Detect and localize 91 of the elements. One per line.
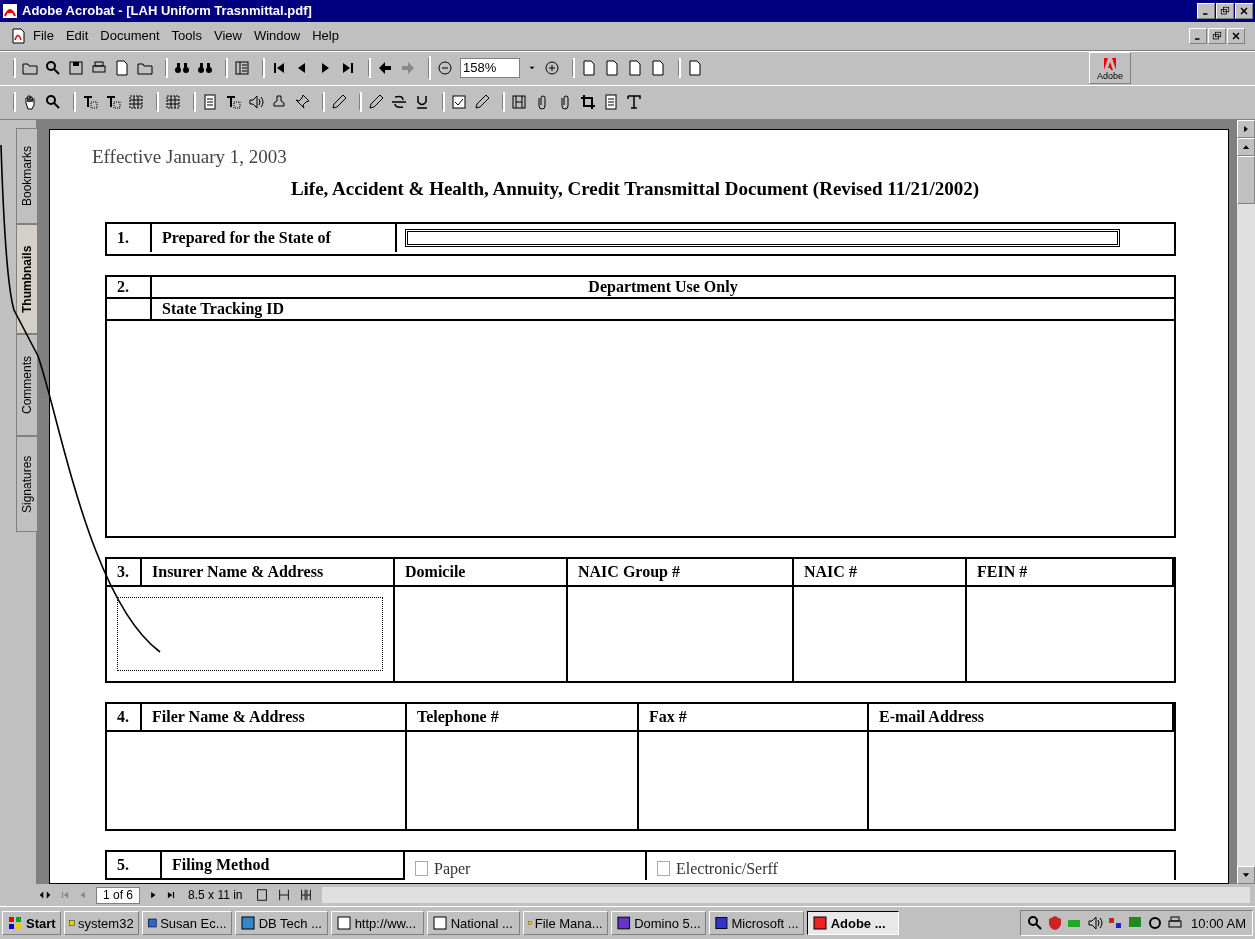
logo-icon[interactable] — [1101, 55, 1119, 72]
sound-icon[interactable] — [248, 94, 264, 111]
open-icon[interactable] — [22, 60, 38, 77]
note-icon[interactable] — [202, 94, 218, 111]
form-icon[interactable] — [603, 94, 619, 111]
section-number: 2. — [107, 276, 152, 299]
app-icon[interactable] — [2, 2, 18, 19]
text-box-icon[interactable] — [225, 94, 241, 111]
checkbox[interactable] — [415, 861, 428, 877]
field-label: Filing Method — [162, 851, 405, 880]
taskbar-button[interactable]: http://ww... — [330, 911, 424, 936]
page-size: 8.5 x 11 in — [187, 888, 244, 903]
taskbar-button[interactable]: Microsoft ... — [708, 911, 804, 936]
page-number-field[interactable]: 1 of 6 — [96, 886, 141, 904]
zoom-field[interactable]: 158% — [460, 58, 520, 79]
checkbox-label: Paper — [434, 859, 471, 878]
graphics-select-icon[interactable] — [165, 94, 181, 111]
document-icon[interactable] — [10, 27, 26, 44]
taskbar-button[interactable]: Adobe ... — [806, 911, 899, 936]
touchup-text-icon[interactable] — [626, 94, 642, 111]
section-header: Department Use Only — [152, 276, 1174, 299]
menu-item[interactable]: Edit — [60, 28, 94, 44]
spell-check-icon[interactable] — [451, 94, 467, 111]
window-icon[interactable] — [713, 915, 729, 932]
section-number: 5. — [107, 851, 162, 880]
column-header: Filer Name & Address — [142, 703, 407, 732]
taskbar-button[interactable]: Susan Ec... — [141, 911, 232, 936]
column-header: Fax # — [639, 703, 869, 732]
checkbox[interactable] — [657, 861, 670, 877]
column-header: E-mail Address — [869, 703, 1174, 732]
menu-item[interactable]: Document — [95, 28, 165, 44]
taskbar-button[interactable]: National ... — [426, 911, 520, 936]
single-page-icon[interactable] — [254, 887, 269, 904]
taskbar-button[interactable]: Domino 5... — [610, 911, 706, 936]
window-icon[interactable] — [431, 915, 448, 932]
text-select-icon[interactable] — [82, 94, 98, 111]
column-header: Insurer Name & Address — [142, 558, 395, 587]
window-icon[interactable] — [615, 915, 632, 932]
taskbar-button[interactable]: system32 — [63, 911, 139, 936]
scroll-thumb[interactable] — [1237, 155, 1255, 204]
menu-item[interactable]: File — [28, 28, 59, 44]
side-tab[interactable]: Thumbnails — [16, 223, 38, 334]
window-icon[interactable] — [239, 915, 256, 932]
menu-item[interactable]: Help — [307, 28, 344, 44]
windows-logo-icon[interactable] — [7, 915, 23, 932]
taskbar-button[interactable]: File Mana... — [522, 911, 608, 936]
column-header: Telephone # — [407, 703, 639, 732]
horizontal-scrollbar[interactable] — [320, 886, 1251, 905]
clock: 10:00 AM — [1191, 915, 1246, 931]
column-header: Domicile — [395, 558, 568, 587]
state-field[interactable] — [405, 228, 1120, 247]
checkbox-label: Electronic/Serff — [676, 859, 778, 878]
save-icon[interactable] — [68, 60, 84, 77]
speaker-icon[interactable] — [1087, 915, 1104, 932]
menu-item[interactable]: View — [208, 28, 247, 44]
menu-item[interactable]: Window — [248, 28, 306, 44]
window-icon[interactable] — [335, 915, 352, 932]
zoom-icon[interactable] — [45, 94, 61, 111]
strikethrough-icon[interactable] — [391, 94, 407, 111]
section-number: 3. — [107, 558, 142, 587]
side-tab[interactable]: Comments — [16, 333, 38, 436]
effective-date: Effective January 1, 2003 — [92, 145, 288, 168]
column-header: NAIC # — [794, 558, 967, 587]
column-header: FEIN # — [967, 558, 1174, 587]
navigation-pane-icon[interactable] — [234, 60, 250, 77]
search-icon[interactable] — [1027, 915, 1044, 932]
menu-item[interactable]: Tools — [166, 28, 207, 44]
crop-icon[interactable] — [580, 94, 596, 111]
movie-icon[interactable] — [511, 94, 527, 111]
section-number: 1. — [107, 223, 152, 252]
underline-icon[interactable] — [414, 94, 430, 111]
side-tab[interactable]: Signatures — [16, 435, 38, 532]
pin-icon[interactable] — [294, 94, 310, 111]
hand-icon[interactable] — [22, 94, 38, 111]
logo-text: Adobe — [1097, 71, 1123, 81]
window-title: Adobe Acrobat - [LAH Uniform Trasnmittal.pdf] — [22, 3, 313, 19]
section-number: 4. — [107, 703, 142, 732]
field-label: State Tracking ID — [152, 298, 1174, 321]
side-tab[interactable]: Bookmarks — [16, 127, 38, 224]
table-select-icon[interactable] — [128, 94, 144, 111]
field-label: Prepared for the State of — [152, 223, 397, 252]
zoom-out-icon[interactable] — [437, 60, 453, 77]
taskbar-button[interactable]: DB Tech ... — [234, 911, 328, 936]
start-button[interactable]: Start — [2, 911, 61, 936]
column-select-icon[interactable] — [105, 94, 121, 111]
pencil-icon[interactable] — [331, 94, 347, 111]
column-header: NAIC Group # — [568, 558, 794, 587]
address-field[interactable] — [117, 596, 383, 671]
zoom-in-icon[interactable] — [544, 60, 560, 77]
window-icon[interactable] — [811, 915, 828, 932]
document-title: Life, Accident & Health, Annuity, Credit Transmittal Document (Revised 11/21/2002) — [289, 177, 981, 200]
